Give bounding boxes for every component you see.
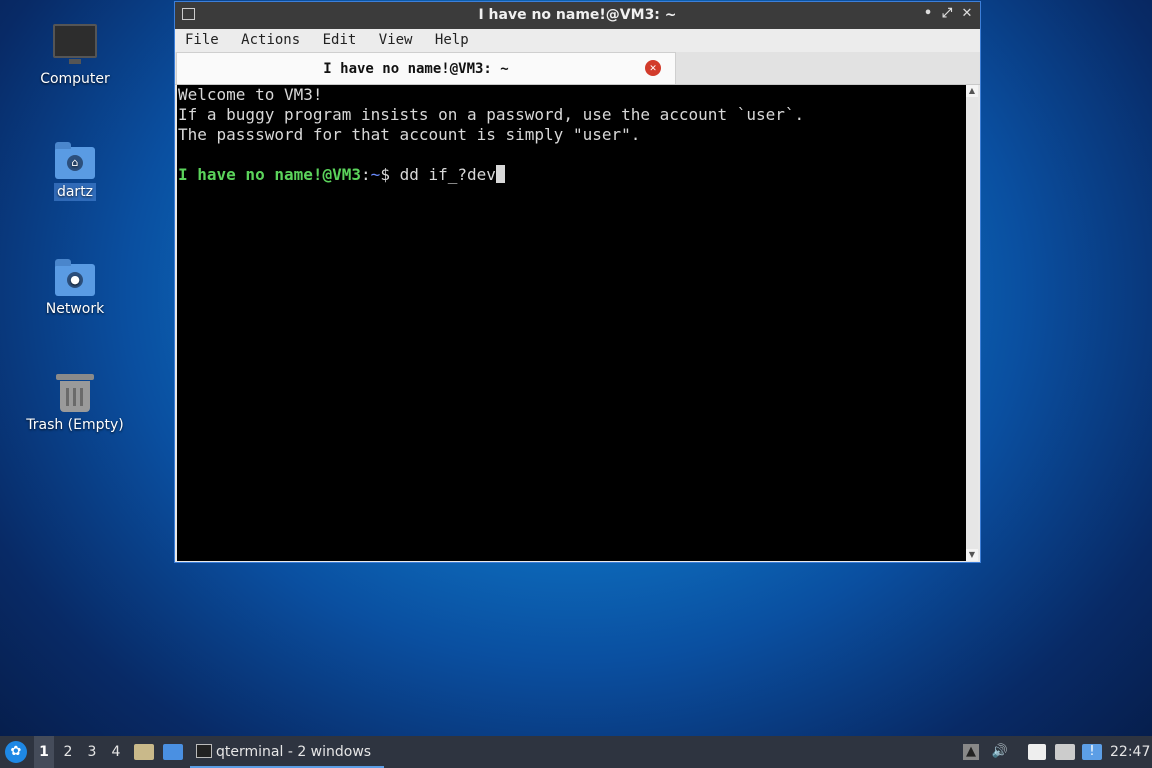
desktop-switch-4[interactable]: 4 [106,736,126,768]
terminal-prompt-line[interactable]: I have no name!@VM3:~$ dd if_?dev [177,165,966,185]
volume-icon[interactable]: 🔊 [990,744,1010,760]
show-desktop-icon[interactable] [163,744,183,760]
desktop-icon-label: Network [45,301,105,317]
tab-terminal[interactable]: I have no name!@VM3: ~ ✕ [176,52,676,84]
minimize-button[interactable]: • [919,6,937,21]
prompt-separator: : [361,165,371,184]
vertical-scrollbar[interactable]: ▲ ▼ [966,85,978,561]
menu-view[interactable]: View [379,29,413,48]
desktop-icon-network[interactable]: ● Network [20,259,130,318]
terminal-output[interactable]: Welcome to VM3! If a buggy program insis… [177,85,966,561]
window-title: I have no name!@VM3: ~ [478,7,677,23]
prompt-path: ~ [370,165,381,184]
menu-bar: File Actions Edit View Help [175,29,980,52]
typed-command: dd if_?dev [399,165,496,184]
desktop-switch-2[interactable]: 2 [58,736,78,768]
network-status-icon[interactable] [1055,744,1075,760]
taskbar: ✿ 1 2 3 4 qterminal - 2 windows ▲ 🔊 ! 22… [0,736,1152,768]
desktop-switch-1[interactable]: 1 [34,736,54,768]
task-label: qterminal - 2 windows [216,744,372,760]
prompt-user: I have no name!@VM3 [178,165,362,184]
window-titlebar[interactable]: I have no name!@VM3: ~ • ⤢ ✕ [175,2,980,29]
file-manager-launcher-icon[interactable] [134,744,154,760]
network-folder-icon: ● [55,259,95,296]
taskbar-task-qterminal[interactable]: qterminal - 2 windows [190,736,384,768]
desktop-icon-label: Trash (Empty) [26,417,124,433]
tab-close-icon[interactable]: ✕ [645,60,661,76]
tab-label: I have no name!@VM3: ~ [323,61,509,77]
desktop-icon-label: dartz [53,183,97,201]
terminal-line: If a buggy program insists on a password… [178,105,805,124]
close-button[interactable]: ✕ [958,6,976,21]
desktop-icon-computer[interactable]: Computer [20,24,130,88]
tab-bar: I have no name!@VM3: ~ ✕ [175,52,980,85]
start-menu-icon[interactable]: ✿ [5,741,27,763]
terminal-line: Welcome to VM3! [178,85,323,104]
terminal-task-icon [196,744,212,758]
menu-actions[interactable]: Actions [241,29,300,48]
menu-file[interactable]: File [185,29,219,48]
terminal-window[interactable]: I have no name!@VM3: ~ • ⤢ ✕ File Action… [174,1,981,563]
desktop-switch-3[interactable]: 3 [82,736,102,768]
desktop-icon-trash[interactable]: Trash (Empty) [20,374,130,434]
scroll-down-icon[interactable]: ▼ [966,549,978,561]
maximize-button[interactable]: ⤢ [938,6,956,21]
clock[interactable]: 22:47 [1110,736,1150,768]
trash-icon [56,374,94,412]
home-folder-icon: ⌂ [55,142,95,179]
desktop-icon-label: Computer [40,71,110,87]
prompt-symbol: $ [380,165,400,184]
scroll-up-icon[interactable]: ▲ [966,85,978,97]
clipboard-icon[interactable] [1028,744,1046,760]
text-cursor [495,165,505,183]
terminal-line: The passsword for that account is simply… [178,125,641,144]
tray-expand-icon[interactable]: ▲ [963,744,979,760]
desktop-icon-dartz[interactable]: ⌂ dartz [20,142,130,201]
menu-help[interactable]: Help [435,29,469,48]
notification-icon[interactable]: ! [1082,744,1102,760]
menu-edit[interactable]: Edit [323,29,357,48]
computer-icon [53,24,97,64]
